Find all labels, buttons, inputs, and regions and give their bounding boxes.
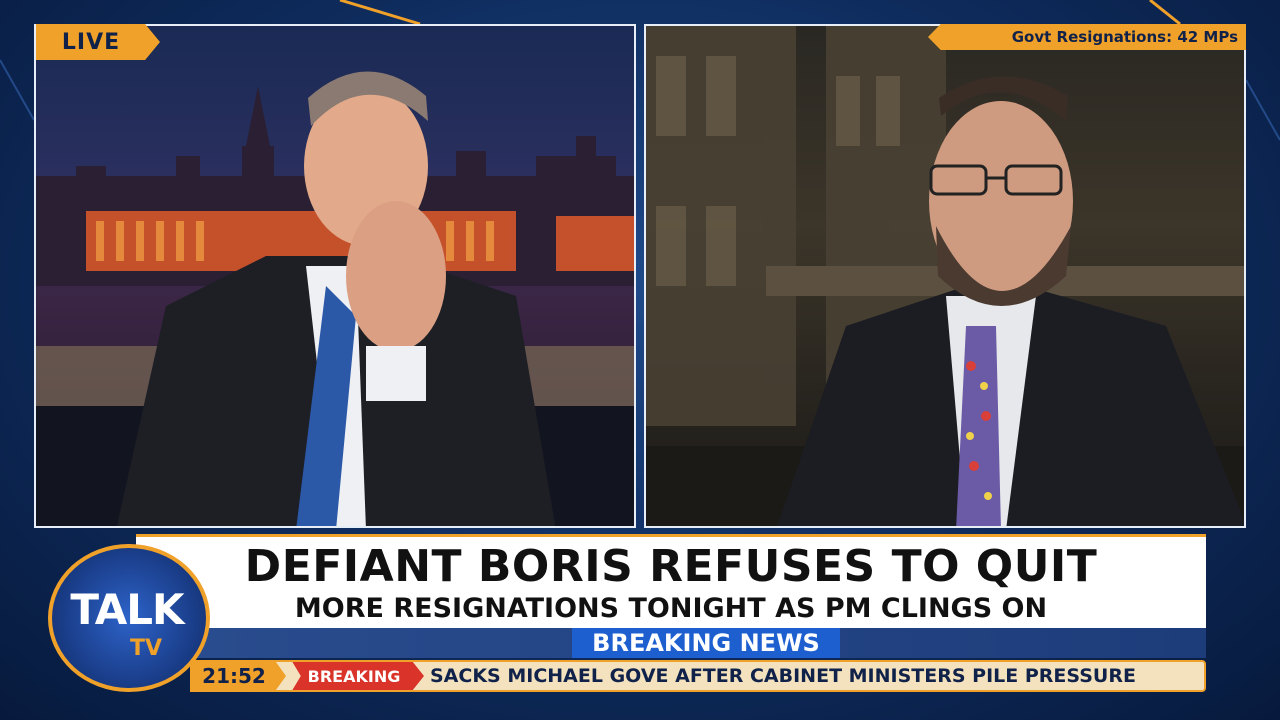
clock-badge: 21:52 [190, 660, 286, 692]
live-badge: LIVE [36, 24, 160, 60]
guest-video-panel [644, 24, 1246, 528]
channel-logo-text: TALK [70, 585, 184, 634]
headline-banner: DEFIANT BORIS REFUSES TO QUIT MORE RESIG… [136, 534, 1206, 628]
presenter-scene [36, 71, 634, 526]
live-badge-label: LIVE [61, 29, 121, 55]
breaking-chip: BREAKING [292, 662, 424, 690]
breaking-news-label: BREAKING NEWS [572, 628, 840, 658]
resignations-counter-label: Govt Resignations: 42 MPs [1011, 28, 1238, 46]
breaking-chip-label: BREAKING [307, 666, 401, 686]
subheadline-text: MORE RESIGNATIONS TONIGHT AS PM CLINGS O… [294, 593, 1048, 624]
breaking-news-text: BREAKING NEWS [592, 629, 820, 657]
guest-scene [646, 26, 1244, 526]
channel-logo-subtext: TV [130, 636, 163, 661]
clock-time: 21:52 [202, 664, 266, 688]
resignations-counter-badge: Govt Resignations: 42 MPs [928, 24, 1246, 50]
presenter-video-panel [34, 24, 636, 528]
ticker-text: SACKS MICHAEL GOVE AFTER CABINET MINISTE… [430, 665, 1136, 687]
headline-text: DEFIANT BORIS REFUSES TO QUIT [244, 541, 1098, 592]
